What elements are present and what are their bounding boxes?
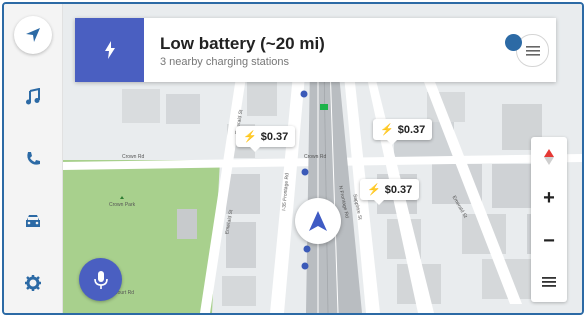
sidebar-item-settings[interactable]	[14, 264, 52, 302]
charging-price: $0.37	[397, 123, 426, 136]
music-note-icon	[26, 88, 40, 105]
gear-icon	[25, 275, 41, 291]
banner-title: Low battery (~20 mi)	[160, 34, 325, 53]
compass-icon	[544, 149, 554, 165]
charging-station-pin[interactable]: ⚡ $0.37	[236, 126, 296, 152]
charging-price: $0.37	[260, 130, 289, 143]
sidebar-item-music[interactable]	[14, 78, 52, 116]
app-window: Crown Rd Crown Rd Crown Park Emerald St …	[2, 2, 584, 315]
zoom-out-button[interactable]: −	[531, 223, 567, 259]
low-battery-banner[interactable]: Low battery (~20 mi) 3 nearby charging s…	[75, 18, 556, 82]
sidebar-item-car[interactable]	[14, 202, 52, 240]
sidebar	[4, 4, 63, 313]
menu-icon	[542, 277, 556, 287]
sidebar-item-phone[interactable]	[14, 140, 52, 178]
banner-subtitle: 3 nearby charging stations	[160, 56, 290, 68]
street-label-crown-rd-right: Crown Rd	[304, 154, 327, 160]
street-label-crown-rd-left: Crown Rd	[122, 154, 145, 160]
lightning-bolt-icon: ⚡	[367, 184, 381, 196]
charging-station-pin[interactable]: ⚡ $0.37	[360, 179, 420, 205]
map-controls: + −	[531, 137, 567, 302]
microphone-icon	[93, 270, 108, 289]
zoom-in-button[interactable]: +	[531, 180, 567, 216]
lightning-bolt-icon: ⚡	[243, 131, 257, 143]
navigation-arrow-icon	[309, 211, 327, 231]
voice-input-button[interactable]	[79, 258, 122, 301]
charging-station-pin[interactable]: ⚡ $0.37	[373, 119, 433, 145]
layers-menu-button[interactable]	[531, 264, 567, 300]
navigation-arrow-icon	[26, 28, 40, 42]
status-dot	[505, 34, 522, 51]
banner-icon-box	[75, 18, 144, 82]
current-location-puck[interactable]	[295, 198, 341, 244]
lightning-bolt-icon: ⚡	[380, 124, 394, 136]
car-icon	[26, 215, 40, 227]
charging-price: $0.37	[384, 183, 413, 196]
menu-icon	[525, 45, 540, 56]
sidebar-item-navigation[interactable]	[14, 16, 52, 54]
park-label: Crown Park	[109, 202, 136, 208]
phone-icon	[27, 152, 40, 165]
lightning-bolt-icon	[104, 41, 115, 59]
compass-button[interactable]	[531, 139, 567, 175]
